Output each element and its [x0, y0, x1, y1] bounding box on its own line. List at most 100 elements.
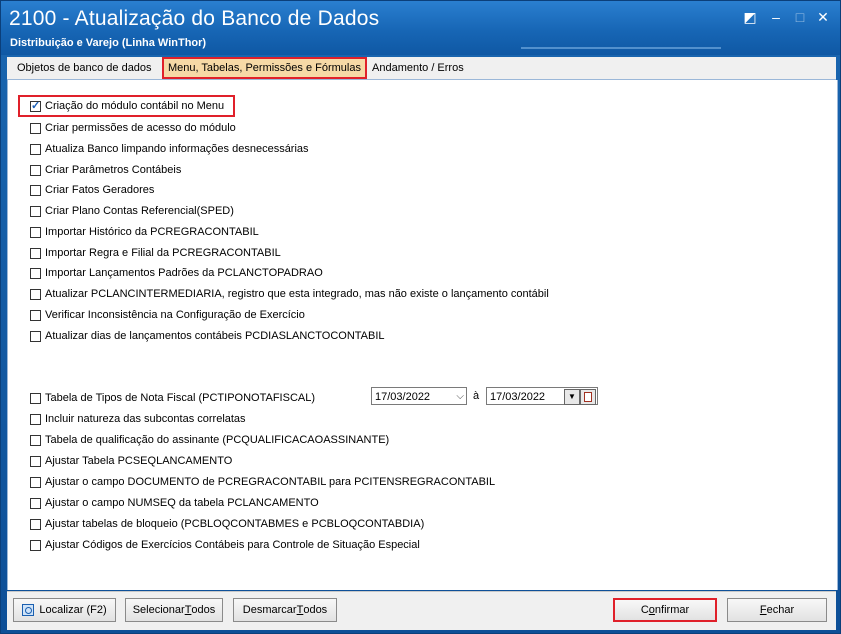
option-row[interactable]: Ajustar tabelas de bloqueio (PCBLOQCONTA…	[30, 516, 424, 532]
option-row[interactable]: Criar Parâmetros Contábeis	[30, 162, 181, 178]
checkbox[interactable]	[30, 164, 41, 176]
option-row[interactable]: Atualiza Banco limpando informações desn…	[30, 141, 309, 157]
option-row[interactable]: Importar Lançamentos Padrões da PCLANCTO…	[30, 265, 323, 281]
start-date-value: 17/03/2022	[375, 391, 431, 403]
checkbox[interactable]	[30, 518, 41, 530]
option-label: Incluir natureza das subcontas correlata…	[45, 413, 246, 425]
date-separator: à	[473, 390, 480, 402]
minimize-icon[interactable]: –	[767, 9, 785, 25]
option-row[interactable]: Atualizar PCLANCINTERMEDIARIA, registro …	[30, 286, 549, 302]
option-label: Importar Lançamentos Padrões da PCLANCTO…	[45, 267, 323, 279]
option-label: Criação do módulo contábil no Menu	[45, 100, 225, 112]
end-date-field[interactable]: 17/03/2022 ▼	[486, 387, 598, 405]
option-label: Atualizar PCLANCINTERMEDIARIA, registro …	[45, 288, 549, 300]
fechar-accel: F	[759, 604, 767, 616]
option-label: Atualizar dias de lançamentos contábeis …	[45, 330, 385, 342]
main-window: 2100 - Atualização do Banco de Dados Dis…	[0, 0, 841, 634]
option-row[interactable]: Tabela de Tipos de Nota Fiscal (PCTIPONO…	[30, 390, 315, 406]
selecionar-accel: T	[184, 604, 192, 616]
checkbox[interactable]	[30, 122, 41, 134]
dropdown-arrow-icon[interactable]: ▼	[564, 389, 580, 405]
option-row[interactable]: Incluir natureza das subcontas correlata…	[30, 411, 246, 427]
option-row[interactable]: Ajustar Códigos de Exercícios Contábeis …	[30, 537, 420, 553]
options-panel: Criação do módulo contábil no Menu Criar…	[7, 80, 838, 590]
option-label: Tabela de Tipos de Nota Fiscal (PCTIPONO…	[45, 392, 315, 404]
checkbox[interactable]	[30, 143, 41, 155]
restore-icon[interactable]: ◩	[741, 9, 759, 26]
button-bar: Localizar (F2) Selecionar Todos Desmarca…	[7, 591, 836, 630]
desmarcar-label-part: Desmarcar	[242, 604, 297, 616]
confirmar-label-rest: nfirmar	[654, 604, 690, 616]
tab-menu-tabelas[interactable]: Menu, Tabelas, Permissões e Fórmulas	[162, 57, 367, 79]
option-label: Ajustar Códigos de Exercícios Contábeis …	[45, 539, 420, 551]
fechar-label-rest: echar	[766, 604, 795, 616]
window-subtitle: Distribuição e Varejo (Linha WinThor)	[10, 37, 207, 49]
checkbox[interactable]	[30, 330, 41, 342]
checkbox[interactable]	[30, 205, 41, 217]
option-row[interactable]: Ajustar o campo DOCUMENTO de PCREGRACONT…	[30, 474, 495, 490]
option-row[interactable]: Verificar Inconsistência na Configuração…	[30, 307, 305, 323]
desmarcar-todos-button[interactable]: Desmarcar Todos	[233, 598, 337, 622]
desmarcar-accel: T	[296, 604, 304, 616]
tab-andamento[interactable]: Andamento / Erros	[368, 59, 468, 77]
checkbox[interactable]	[30, 413, 41, 425]
checkbox[interactable]	[30, 184, 41, 196]
checkbox[interactable]	[30, 434, 41, 446]
selecionar-label-rest: odos	[191, 604, 216, 616]
checkbox[interactable]	[30, 497, 41, 509]
checkbox[interactable]	[30, 247, 41, 259]
option-label: Verificar Inconsistência na Configuração…	[45, 309, 305, 321]
checkbox[interactable]	[30, 226, 41, 238]
option-label: Criar Parâmetros Contábeis	[45, 164, 182, 176]
checkbox[interactable]	[30, 392, 41, 404]
tab-objetos[interactable]: Objetos de banco de dados	[13, 59, 156, 77]
option-row[interactable]: Importar Histórico da PCREGRACONTABIL	[30, 224, 259, 240]
option-row[interactable]: Atualizar dias de lançamentos contábeis …	[30, 328, 385, 344]
selecionar-todos-button[interactable]: Selecionar Todos	[125, 598, 223, 622]
option-row[interactable]: Ajustar Tabela PCSEQLANCAMENTO	[30, 453, 232, 469]
title-bar[interactable]: 2100 - Atualização do Banco de Dados Dis…	[1, 1, 840, 55]
fechar-button[interactable]: Fechar	[727, 598, 827, 622]
tab-bar: Objetos de banco de dados Menu, Tabelas,…	[7, 57, 836, 80]
option-row[interactable]: Criar Plano Contas Referencial(SPED)	[30, 203, 234, 219]
option-row[interactable]: Criar Fatos Geradores	[30, 182, 154, 198]
option-label: Atualiza Banco limpando informações desn…	[45, 143, 309, 155]
desmarcar-label-rest: odos	[303, 604, 328, 616]
window-title: 2100 - Atualização do Banco de Dados	[9, 7, 380, 30]
option-row[interactable]: Criação do módulo contábil no Menu	[30, 98, 224, 114]
option-label: Ajustar Tabela PCSEQLANCAMENTO	[45, 455, 233, 467]
checkbox[interactable]	[30, 539, 41, 551]
confirmar-button[interactable]: Co nfirmar	[613, 598, 717, 622]
option-row[interactable]: Importar Regra e Filial da PCREGRACONTAB…	[30, 245, 281, 261]
chevron-down-icon[interactable]: ⌵	[456, 388, 464, 406]
option-label: Tabela de qualificação do assinante (PCQ…	[45, 434, 390, 446]
option-row[interactable]: Criar permissões de acesso do módulo	[30, 120, 236, 136]
localizar-button[interactable]: Localizar (F2)	[13, 598, 116, 622]
option-label: Ajustar tabelas de bloqueio (PCBLOQCONTA…	[45, 518, 425, 530]
option-row[interactable]: Tabela de qualificação do assinante (PCQ…	[30, 432, 389, 448]
checkbox[interactable]	[30, 267, 41, 279]
option-label: Ajustar o campo DOCUMENTO de PCREGRACONT…	[45, 476, 496, 488]
calendar-icon[interactable]	[580, 389, 596, 405]
title-decoration	[521, 47, 721, 49]
option-label: Importar Histórico da PCREGRACONTABIL	[45, 226, 259, 238]
option-label: Importar Regra e Filial da PCREGRACONTAB…	[45, 247, 281, 259]
option-label: Criar Plano Contas Referencial(SPED)	[45, 205, 234, 217]
checkbox[interactable]	[30, 288, 41, 300]
close-icon[interactable]: ✕	[814, 9, 832, 26]
selecionar-label-part: Selecionar	[132, 604, 185, 616]
start-date-field[interactable]: 17/03/2022 ⌵	[371, 387, 467, 405]
option-label: Criar permissões de acesso do módulo	[45, 122, 236, 134]
checkbox[interactable]	[30, 455, 41, 467]
option-row[interactable]: Ajustar o campo NUMSEQ da tabela PCLANCA…	[30, 495, 319, 511]
end-date-value: 17/03/2022	[490, 391, 546, 403]
checkbox[interactable]	[30, 99, 41, 112]
localizar-label: Localizar (F2)	[39, 604, 107, 616]
checkbox[interactable]	[30, 309, 41, 321]
option-label: Criar Fatos Geradores	[45, 184, 155, 196]
search-icon	[22, 604, 35, 616]
checkbox[interactable]	[30, 476, 41, 488]
confirmar-label-part: C	[640, 604, 649, 616]
option-label: Ajustar o campo NUMSEQ da tabela PCLANCA…	[45, 497, 319, 509]
maximize-icon[interactable]: □	[791, 9, 809, 25]
